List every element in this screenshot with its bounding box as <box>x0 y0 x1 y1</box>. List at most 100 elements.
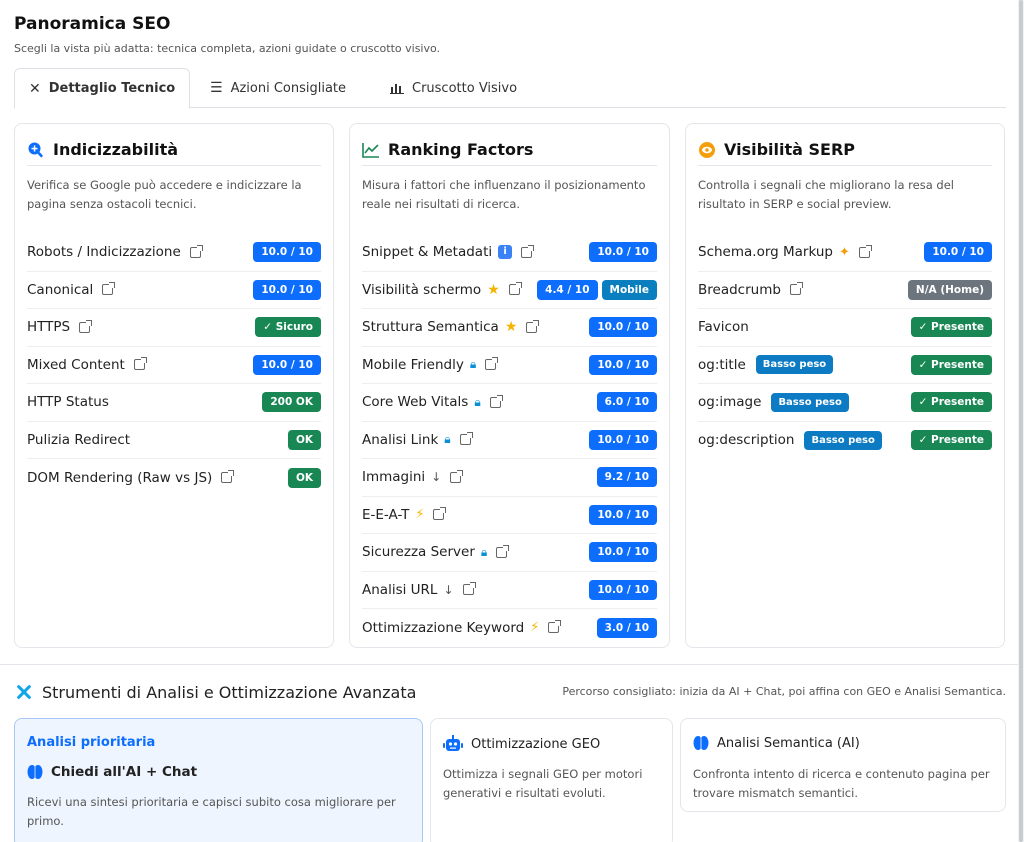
row-label: og:title <box>698 356 746 373</box>
brain-icon <box>693 736 709 750</box>
status-badge: OK <box>287 429 321 450</box>
weight-badge: Basso peso <box>804 430 882 450</box>
score-badge: 9.2 / 10 <box>596 467 657 488</box>
line-chart-icon <box>362 142 379 158</box>
tool-description: Ricevi una sintesi prioritaria e capisci… <box>27 795 396 828</box>
tool-card-ai-chat[interactable]: Analisi prioritaria Chiedi all'AI + Chat… <box>14 718 423 842</box>
scrollbar-thumb[interactable] <box>1019 0 1023 842</box>
status-badge: N/A (Home) <box>907 279 992 300</box>
row-favicon: Favicon ✓ Presente <box>698 309 992 347</box>
tools-icon: ✕ <box>29 80 41 97</box>
row-robots[interactable]: Robots / Indicizzazione 10.0 / 10 <box>27 234 321 272</box>
row-label: DOM Rendering (Raw vs JS) <box>27 469 213 486</box>
row-og-title: og:title Basso peso ✓ Presente <box>698 347 992 384</box>
weight-badge: Basso peso <box>771 392 849 412</box>
row-canonical[interactable]: Canonical 10.0 / 10 <box>27 272 321 309</box>
score-badge: 10.0 / 10 <box>253 279 321 300</box>
tab-cruscotto-visivo[interactable]: Cruscotto Visivo <box>376 68 531 108</box>
row-label: Schema.org Markup <box>698 244 833 261</box>
external-link-icon[interactable] <box>133 357 147 371</box>
external-link-icon[interactable] <box>496 544 510 558</box>
tools-icon <box>17 685 31 699</box>
row-analisi-url[interactable]: Analisi URL ↓ 10.0 / 10 <box>362 572 657 609</box>
external-link-icon[interactable] <box>508 282 522 296</box>
external-link-icon[interactable] <box>858 244 872 258</box>
row-label: og:image <box>698 394 762 411</box>
row-label: Ottimizzazione Keyword <box>362 619 525 636</box>
tool-title: Ottimizzazione GEO <box>471 736 601 752</box>
row-mixed-content[interactable]: Mixed Content 10.0 / 10 <box>27 347 321 384</box>
star-icon: ★ <box>487 281 500 298</box>
scrollbar-track[interactable] <box>1018 0 1024 842</box>
row-label: Favicon <box>698 319 749 336</box>
row-schema-markup[interactable]: Schema.org Markup ✦ 10.0 / 10 <box>698 234 992 272</box>
tool-card-semantica[interactable]: Analisi Semantica (AI) Confronta intento… <box>680 718 1006 812</box>
info-icon[interactable]: i <box>498 245 513 260</box>
tab-azioni-consigliate[interactable]: ☰ Azioni Consigliate <box>196 68 360 108</box>
score-badge: 4.4 / 10 <box>537 279 598 300</box>
external-link-icon[interactable] <box>462 582 476 596</box>
eye-icon <box>699 141 715 158</box>
view-tabs: ✕ Dettaglio Tecnico ☰ Azioni Consigliate… <box>14 68 1006 109</box>
card-header: Ranking Factors <box>362 134 657 166</box>
row-breadcrumb[interactable]: Breadcrumb N/A (Home) <box>698 272 992 309</box>
brain-icon <box>27 765 43 779</box>
section-divider <box>0 664 1018 665</box>
status-badge: ✓ Presente <box>910 392 992 413</box>
row-label: Visibilità schermo <box>362 281 482 298</box>
tab-dettaglio-tecnico[interactable]: ✕ Dettaglio Tecnico <box>14 68 191 109</box>
tools-section-title: Strumenti di Analisi e Ottimizzazione Av… <box>14 682 416 702</box>
external-link-icon[interactable] <box>526 319 540 333</box>
row-core-web-vitals[interactable]: Core Web Vitals 🔒︎ 6.0 / 10 <box>362 384 657 422</box>
row-label: Mobile Friendly <box>362 356 464 373</box>
external-link-icon[interactable] <box>489 394 503 408</box>
row-https[interactable]: HTTPS ✓ Sicuro <box>27 309 321 347</box>
external-link-icon[interactable] <box>789 282 803 296</box>
row-label: Breadcrumb <box>698 281 781 298</box>
tool-card-geo[interactable]: Ottimizzazione GEO Ottimizza i segnali G… <box>430 718 673 842</box>
external-link-icon[interactable] <box>548 620 562 634</box>
row-label: Mixed Content <box>27 356 125 373</box>
row-sicurezza-server[interactable]: Sicurezza Server 🔒︎ 10.0 / 10 <box>362 534 657 572</box>
checklist-icon: ☰ <box>210 80 223 96</box>
lock-icon: 🔒︎ <box>474 394 481 409</box>
row-immagini[interactable]: Immagini ↓ 9.2 / 10 <box>362 459 657 497</box>
row-label: og:description <box>698 432 795 449</box>
external-link-icon[interactable] <box>79 319 93 333</box>
row-mobile-friendly[interactable]: Mobile Friendly 🔒︎ 10.0 / 10 <box>362 347 657 384</box>
card-title: Ranking Factors <box>388 140 534 159</box>
row-visibilita-schermo[interactable]: Visibilità schermo ★ 4.4 / 10 Mobile <box>362 272 657 309</box>
row-snippet[interactable]: Snippet & Metadati i 10.0 / 10 <box>362 234 657 272</box>
row-label: HTTP Status <box>27 394 109 411</box>
row-label: Core Web Vitals <box>362 394 469 411</box>
external-link-icon[interactable] <box>485 357 499 371</box>
row-analisi-link[interactable]: Analisi Link 🔒︎ 10.0 / 10 <box>362 422 657 459</box>
card-description: Verifica se Google può accedere e indici… <box>27 178 302 211</box>
sparkle-icon: ✦ <box>839 244 850 260</box>
lightning-icon: ⚡︎ <box>530 620 540 636</box>
external-link-icon[interactable] <box>221 470 235 484</box>
status-badge: ✓ Presente <box>910 354 992 375</box>
star-icon: ★ <box>504 319 518 336</box>
search-plus-icon <box>28 142 43 157</box>
score-badge: 10.0 / 10 <box>253 242 321 263</box>
external-link-icon[interactable] <box>450 469 464 483</box>
row-redirect: Pulizia Redirect OK <box>27 422 321 459</box>
card-header: Visibilità SERP <box>698 134 992 166</box>
row-ottimizzazione-keyword[interactable]: Ottimizzazione Keyword ⚡︎ 3.0 / 10 <box>362 609 657 647</box>
row-struttura-semantica[interactable]: Struttura Semantica ★ 10.0 / 10 <box>362 309 657 347</box>
arrow-down-icon: ↓ <box>443 582 454 597</box>
row-dom-rendering[interactable]: DOM Rendering (Raw vs JS) OK <box>27 459 321 497</box>
status-badge: ✓ Sicuro <box>255 317 321 338</box>
external-link-icon[interactable] <box>189 244 203 258</box>
tool-title: Analisi Semantica (AI) <box>717 735 860 751</box>
score-badge: 10.0 / 10 <box>924 242 992 263</box>
score-badge: 10.0 / 10 <box>589 354 657 375</box>
score-badge: 10.0 / 10 <box>589 504 657 525</box>
external-link-icon[interactable] <box>521 244 535 258</box>
external-link-icon[interactable] <box>433 507 447 521</box>
external-link-icon[interactable] <box>459 432 473 446</box>
row-eeat[interactable]: E-E-A-T ⚡︎ 10.0 / 10 <box>362 497 657 534</box>
score-badge: 10.0 / 10 <box>589 317 657 338</box>
external-link-icon[interactable] <box>102 282 116 296</box>
